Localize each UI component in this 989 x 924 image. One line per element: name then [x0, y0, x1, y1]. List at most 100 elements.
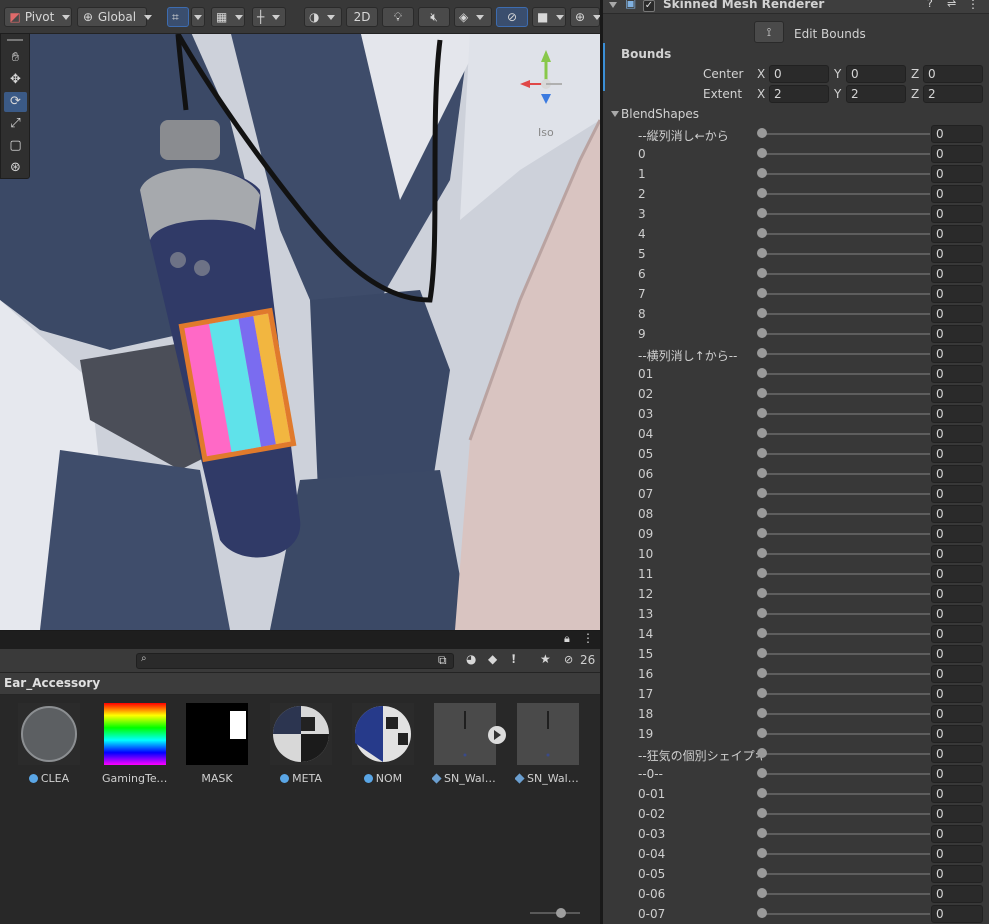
blendshape-slider-track[interactable]: [760, 693, 930, 695]
asset-item[interactable]: META: [268, 703, 334, 785]
blendshape-slider-knob[interactable]: [757, 708, 767, 718]
blendshape-slider-knob[interactable]: [757, 148, 767, 158]
folder-name[interactable]: Ear_Accessory: [4, 676, 100, 690]
foldout-icon[interactable]: [609, 2, 617, 8]
blendshape-value-field[interactable]: 0: [931, 785, 983, 803]
blendshape-value-field[interactable]: 0: [931, 145, 983, 163]
blendshape-value-field[interactable]: 0: [931, 125, 983, 143]
blendshape-slider-knob[interactable]: [757, 128, 767, 138]
blendshape-slider-track[interactable]: [760, 253, 930, 255]
blendshape-value-field[interactable]: 0: [931, 605, 983, 623]
projection-label[interactable]: Iso: [538, 126, 554, 139]
blendshape-slider-track[interactable]: [760, 573, 930, 575]
blendshape-slider-track[interactable]: [760, 353, 930, 355]
extent-y-field[interactable]: 2: [846, 85, 906, 103]
blendshape-slider-knob[interactable]: [757, 828, 767, 838]
blendshape-slider-knob[interactable]: [757, 168, 767, 178]
hidden-packages-icon[interactable]: ⊘: [564, 653, 573, 666]
blendshape-value-field[interactable]: 0: [931, 465, 983, 483]
blendshape-value-field[interactable]: 0: [931, 885, 983, 903]
blendshape-slider-track[interactable]: [760, 613, 930, 615]
center-z-field[interactable]: 0: [923, 65, 983, 83]
blendshape-slider-knob[interactable]: [757, 428, 767, 438]
blendshape-slider-knob[interactable]: [757, 588, 767, 598]
blendshape-slider-knob[interactable]: [757, 628, 767, 638]
blendshape-slider-track[interactable]: [760, 413, 930, 415]
blendshape-value-field[interactable]: 0: [931, 685, 983, 703]
blendshape-value-field[interactable]: 0: [931, 305, 983, 323]
blendshape-slider-knob[interactable]: [757, 548, 767, 558]
blendshape-slider-knob[interactable]: [757, 408, 767, 418]
blendshape-slider-track[interactable]: [760, 493, 930, 495]
draw-mode-dropdown[interactable]: ◑: [304, 7, 342, 27]
blendshape-slider-knob[interactable]: [757, 388, 767, 398]
blendshape-value-field[interactable]: 0: [931, 225, 983, 243]
warning-icon[interactable]: ❗︎: [512, 652, 515, 667]
pivot-dropdown[interactable]: ◩ Pivot: [4, 7, 72, 27]
blendshape-slider-track[interactable]: [760, 373, 930, 375]
increment-snap-dropdown[interactable]: ┼: [252, 7, 286, 27]
blendshape-slider-track[interactable]: [760, 673, 930, 675]
blendshape-slider-knob[interactable]: [757, 528, 767, 538]
mode-2d-button[interactable]: 2D: [346, 7, 378, 27]
enabled-checkbox[interactable]: ✓: [643, 0, 655, 12]
blendshape-slider-track[interactable]: [760, 653, 930, 655]
blendshape-slider-track[interactable]: [760, 813, 930, 815]
search-scope-icon[interactable]: ⧉: [438, 653, 447, 668]
blendshape-value-field[interactable]: 0: [931, 765, 983, 783]
grid-snap-button[interactable]: ⌗: [167, 7, 189, 27]
blendshape-slider-track[interactable]: [760, 133, 930, 135]
blendshapes-label[interactable]: BlendShapes: [621, 107, 699, 121]
blendshape-value-field[interactable]: 0: [931, 525, 983, 543]
blendshape-value-field[interactable]: 0: [931, 345, 983, 363]
zoom-slider-knob[interactable]: [556, 908, 566, 918]
asset-item[interactable]: NOM: [350, 703, 416, 785]
label-filter-icon[interactable]: ◆: [488, 652, 497, 666]
transform-tool[interactable]: ⊛: [4, 158, 27, 178]
blendshape-slider-knob[interactable]: [757, 648, 767, 658]
blendshape-slider-knob[interactable]: [757, 748, 767, 758]
blendshape-value-field[interactable]: 0: [931, 725, 983, 743]
asset-item[interactable]: GamingTex…: [102, 703, 168, 785]
blendshape-slider-track[interactable]: [760, 293, 930, 295]
blendshape-slider-track[interactable]: [760, 313, 930, 315]
zoom-slider-track[interactable]: [530, 912, 580, 914]
blendshape-value-field[interactable]: 0: [931, 625, 983, 643]
blendshape-value-field[interactable]: 0: [931, 265, 983, 283]
blendshape-value-field[interactable]: 0: [931, 705, 983, 723]
move-tool[interactable]: ✥: [4, 70, 27, 90]
rect-tool[interactable]: ▢: [4, 136, 27, 156]
blendshape-slider-knob[interactable]: [757, 368, 767, 378]
blendshape-value-field[interactable]: 0: [931, 325, 983, 343]
hidden-objects-toggle[interactable]: ⊘: [496, 7, 528, 27]
center-y-field[interactable]: 0: [846, 65, 906, 83]
blendshape-slider-track[interactable]: [760, 533, 930, 535]
search-input[interactable]: ⌕: [136, 653, 454, 669]
more-menu-icon[interactable]: ⋮: [582, 631, 594, 645]
grid-snap-menu[interactable]: [191, 7, 205, 27]
blendshape-slider-track[interactable]: [760, 153, 930, 155]
blendshape-slider-track[interactable]: [760, 873, 930, 875]
blendshape-slider-track[interactable]: [760, 553, 930, 555]
blendshape-slider-knob[interactable]: [757, 348, 767, 358]
blendshape-value-field[interactable]: 0: [931, 425, 983, 443]
blendshape-slider-track[interactable]: [760, 193, 930, 195]
blendshape-value-field[interactable]: 0: [931, 385, 983, 403]
blendshape-value-field[interactable]: 0: [931, 445, 983, 463]
blendshape-slider-knob[interactable]: [757, 508, 767, 518]
blendshape-slider-knob[interactable]: [757, 608, 767, 618]
blendshape-value-field[interactable]: 0: [931, 845, 983, 863]
blendshape-slider-knob[interactable]: [757, 228, 767, 238]
blendshape-value-field[interactable]: 0: [931, 165, 983, 183]
component-header[interactable]: ▣ ✓ Skinned Mesh Renderer ? ⇌ ⋮: [603, 0, 989, 14]
grid-visibility-dropdown[interactable]: ▦: [211, 7, 245, 27]
blendshape-slider-knob[interactable]: [757, 908, 767, 918]
lock-icon[interactable]: 🔒︎: [564, 632, 570, 646]
blendshape-slider-track[interactable]: [760, 733, 930, 735]
blendshape-value-field[interactable]: 0: [931, 665, 983, 683]
blendshape-value-field[interactable]: 0: [931, 745, 983, 763]
blendshape-slider-knob[interactable]: [757, 568, 767, 578]
blendshape-slider-knob[interactable]: [757, 768, 767, 778]
effects-dropdown[interactable]: ◈: [454, 7, 492, 27]
blendshape-slider-knob[interactable]: [757, 728, 767, 738]
